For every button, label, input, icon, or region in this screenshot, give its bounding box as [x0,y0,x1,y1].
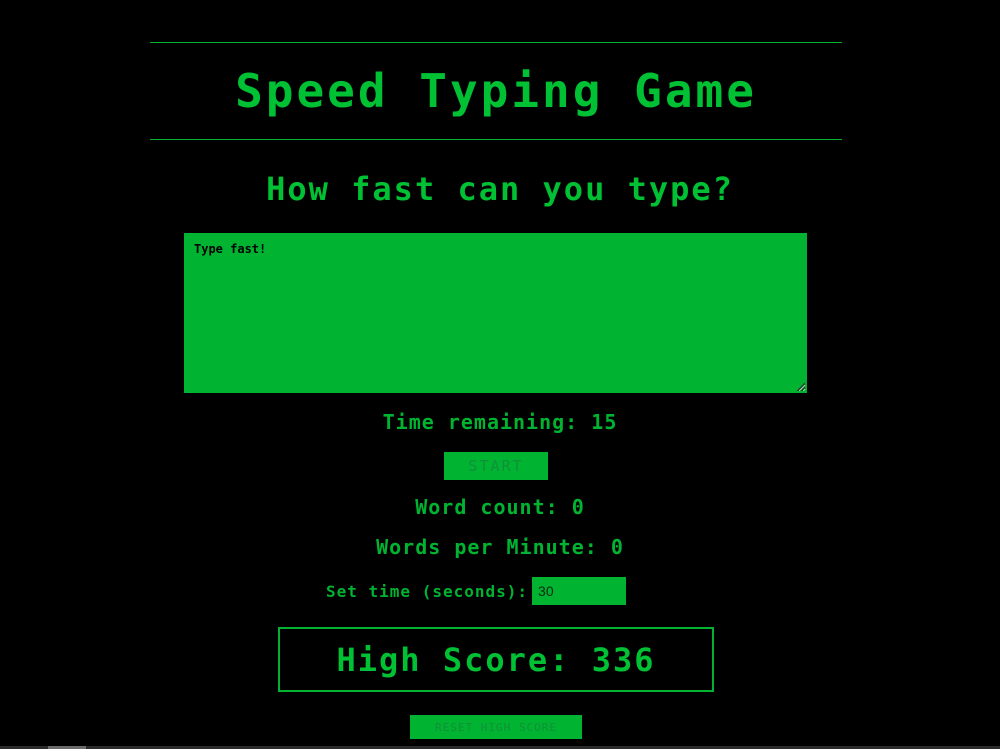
bottom-divider [150,139,842,140]
time-remaining-label: Time remaining: [382,410,579,434]
typing-textarea[interactable] [184,233,807,393]
page-title: Speed Typing Game [235,64,757,118]
resize-grip-icon[interactable] [795,381,805,391]
high-score-label: High Score: [336,640,571,679]
page-subtitle: How fast can you type? [266,170,734,208]
high-score-box: High Score: 336 [278,627,714,692]
time-remaining: Time remaining: 15 [0,410,1000,434]
start-button[interactable]: START [444,452,548,480]
set-time-input[interactable] [532,577,627,605]
wpm-value: 0 [610,535,624,559]
reset-high-score-button[interactable]: RESET HIGH SCORE [410,715,582,739]
set-time-label: Set time (seconds): [326,581,529,601]
high-score-value: 336 [591,640,656,679]
time-remaining-value: 15 [591,410,618,434]
set-time-row: Set time (seconds): [326,577,627,605]
word-count-label: Word count: [415,495,559,519]
words-per-minute: Words per Minute: 0 [0,535,1000,559]
word-count-value: 0 [571,495,585,519]
word-count: Word count: 0 [0,495,1000,519]
header: Speed Typing Game [150,42,842,140]
wpm-label: Words per Minute: [376,535,598,559]
